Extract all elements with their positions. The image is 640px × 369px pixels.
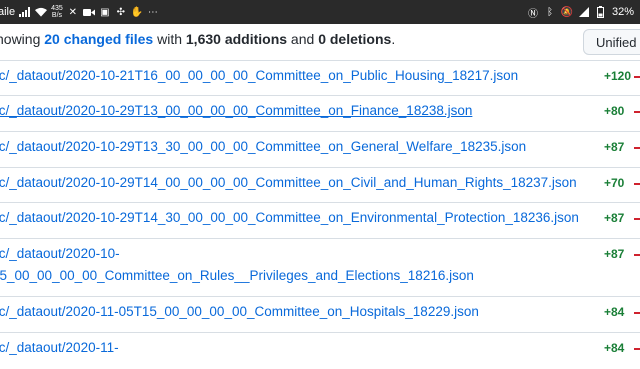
status-bar: aile 435 B/s ✕ ▣ ✣ ✋ ⋯ Ⓝ ᛒ 🔕 32% (0, 0, 640, 24)
additions-count: +87 (604, 140, 625, 154)
nfc-icon: Ⓝ (527, 8, 538, 20)
file-name-link[interactable]: yc/_dataout/2020-10- (0, 246, 120, 261)
diffstat-bar (634, 348, 640, 350)
file-row: yc/_dataout/2020-11-05T15_00_00_00_00_Co… (0, 296, 640, 333)
network-speed: 435 B/s (51, 5, 63, 19)
network-speed-unit: B/s (51, 12, 63, 19)
wifi-icon (35, 5, 48, 19)
mute-icon: 🔕 (560, 6, 574, 18)
summary-period: . (391, 31, 396, 47)
additions-count: 1,630 additions (185, 31, 288, 47)
diffstat-bar (634, 312, 640, 314)
summary-with: with (153, 31, 186, 47)
app-icon: ✣ (116, 6, 125, 18)
file-row: yc/_dataout/2020-10- 15_00_00_00_00_Commi… (0, 238, 640, 297)
diffstat-bar (634, 218, 640, 220)
additions-count: +84 (604, 305, 625, 319)
additions-count: +70 (604, 176, 625, 190)
hand-icon: ✋ (130, 6, 144, 18)
file-name-link[interactable]: yc/_dataout/2020-10-29T14_00_00_00_00_Co… (0, 175, 577, 190)
file-name-link[interactable]: yc/_dataout/2020-10-29T13_30_00_00_00_Co… (0, 139, 526, 154)
additions-count: +87 (604, 211, 625, 225)
additions-count: +84 (604, 341, 625, 355)
file-name-link[interactable]: yc/_dataout/2020-10-29T13_00_00_00_00_Co… (0, 103, 472, 118)
deletions-count: 0 deletions (318, 31, 392, 47)
additions-count: +80 (604, 104, 625, 118)
diffstat-bar (634, 111, 640, 113)
signal-strength-icon (578, 5, 590, 19)
file-row: yc/_dataout/2020-10-29T13_30_00_00_00_Co… (0, 131, 640, 168)
diff-summary: howing 20 changed files with 1,630 addit… (0, 31, 395, 47)
diffstat-bar (634, 147, 640, 149)
missed-call-icon: ✕ (68, 6, 77, 18)
diffstat-bar (634, 76, 640, 78)
video-icon (82, 5, 95, 19)
network-speed-value: 435 (51, 5, 63, 12)
battery-level: 32% (611, 6, 634, 18)
battery-icon (595, 5, 607, 19)
file-row: yc/_dataout/2020-10-29T14_30_00_00_00_Co… (0, 202, 640, 239)
diffstat-bar (634, 254, 640, 256)
unified-view-button[interactable]: Unified (583, 29, 640, 55)
changed-files-link[interactable]: 20 changed files (44, 31, 153, 47)
file-name-link[interactable]: yc/_dataout/2020-10-21T16_00_00_00_00_Co… (0, 68, 518, 83)
file-name-link[interactable]: 15_00_00_00_00_Committee_on_Rules__Privi… (0, 268, 474, 283)
carrier-label: aile (0, 6, 16, 18)
additions-count: +120 (604, 69, 632, 83)
signal-icon (19, 5, 31, 19)
file-row: yc/_dataout/2020-10-21T16_00_00_00_00_Co… (0, 60, 640, 96)
additions-count: +87 (604, 247, 625, 261)
summary-and: and (287, 31, 319, 47)
file-name-link[interactable]: yc/_dataout/2020-10-29T14_30_00_00_00_Co… (0, 210, 579, 225)
file-name-link[interactable]: yc/_dataout/2020-11- (0, 340, 119, 355)
notification-icon: ▣ (100, 6, 110, 18)
diffstat-bar (634, 183, 640, 185)
bluetooth-icon: ᛒ (546, 6, 553, 18)
file-row: yc/_dataout/2020-10-29T14_00_00_00_00_Co… (0, 167, 640, 203)
file-row: yc/_dataout/2020-11- +84 (0, 332, 640, 369)
summary-prefix: howing (0, 31, 45, 47)
file-name-link[interactable]: yc/_dataout/2020-11-05T15_00_00_00_00_Co… (0, 304, 479, 319)
more-notifications-icon: ⋯ (147, 6, 158, 18)
file-row: yc/_dataout/2020-10-29T13_00_00_00_00_Co… (0, 95, 640, 132)
